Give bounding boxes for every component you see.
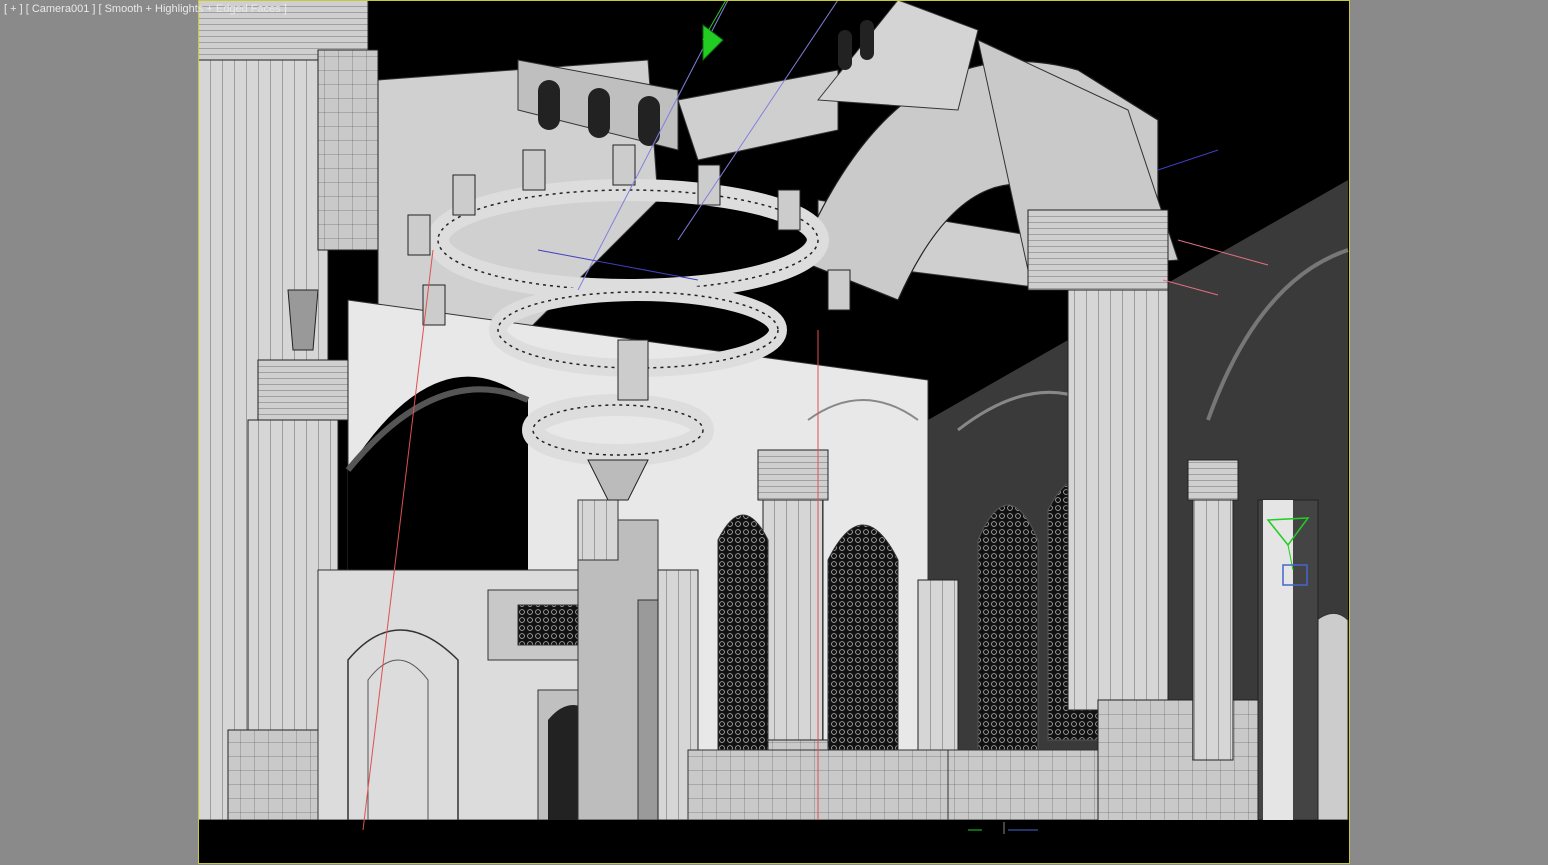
camera-viewport[interactable] bbox=[198, 0, 1350, 864]
floor bbox=[198, 820, 1350, 864]
scene-render bbox=[198, 0, 1350, 864]
viewport-label[interactable]: [ + ] [ Camera001 ] [ Smooth + Highlight… bbox=[4, 3, 287, 15]
viewport-shading-label[interactable]: [ Smooth + Highlights + Edged Faces ] bbox=[98, 3, 286, 15]
viewport-menu-plus[interactable]: [ + ] bbox=[4, 3, 23, 15]
viewport-camera-label[interactable]: [ Camera001 ] bbox=[26, 3, 96, 15]
